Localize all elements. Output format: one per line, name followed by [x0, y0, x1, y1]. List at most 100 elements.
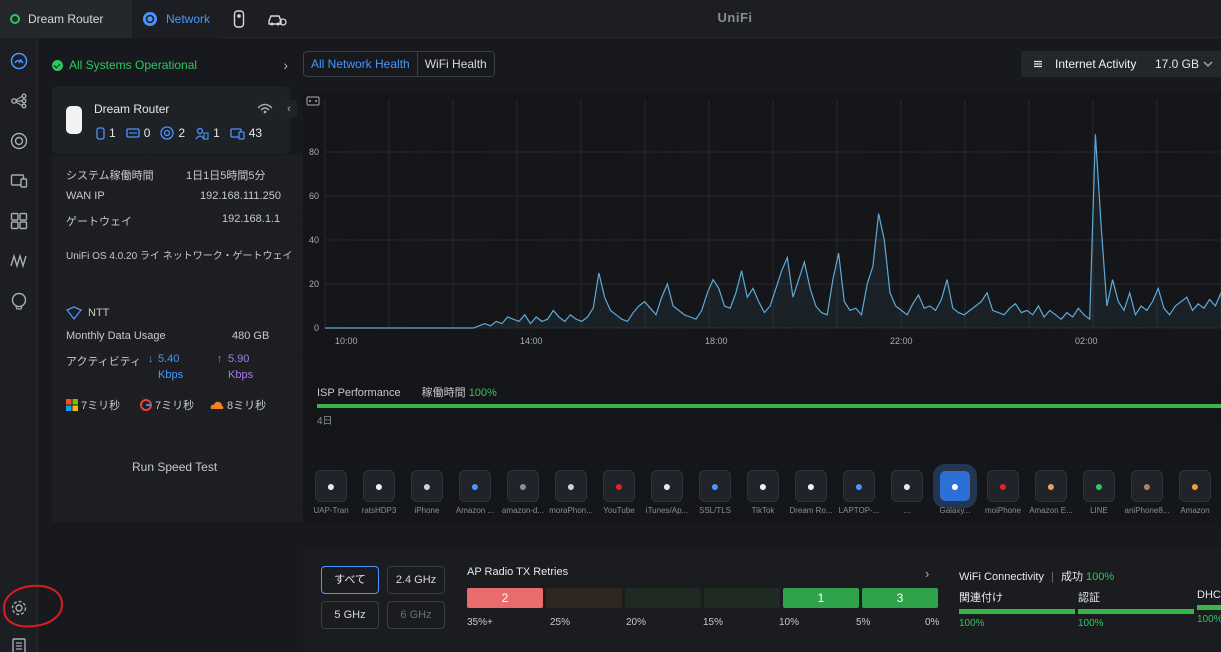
client-item[interactable]: ● Amazon E... — [1029, 470, 1073, 522]
client-label: Galaxy... — [939, 506, 971, 515]
tx-retries-title: AP Radio TX Retries — [467, 566, 569, 578]
latency-google: 7ミリ秒 — [140, 397, 194, 413]
client-item[interactable]: ● TikTok — [745, 470, 781, 522]
uptime-percent: 100% — [468, 387, 497, 399]
clients-icon[interactable] — [9, 171, 29, 191]
run-speed-test-button[interactable]: Run Speed Test — [132, 460, 217, 474]
client-item[interactable]: ● YouTube — [601, 470, 637, 522]
menu-icon — [1034, 60, 1042, 68]
y-tick-label: 40 — [309, 235, 319, 245]
tab-all-network-health[interactable]: All Network Health — [304, 52, 418, 76]
traffic-icon[interactable] — [9, 251, 29, 271]
health-tab-group: All Network Health WiFi Health — [303, 51, 495, 77]
retry-segment: 3 — [862, 588, 938, 608]
client-label: iPhone — [414, 506, 440, 515]
client-item[interactable]: ● UAP-Tran — [313, 470, 349, 522]
client-icon: ● — [459, 470, 491, 502]
client-label: ratsHDP3 — [361, 506, 397, 515]
x-tick-label: 14:00 — [520, 336, 543, 346]
band-6ghz-button[interactable]: 6 GHz — [387, 601, 445, 629]
chevron-down-icon — [1203, 61, 1213, 67]
wifi-authentication: 認証 100% — [1078, 589, 1194, 629]
tab-network-label: Network — [166, 12, 211, 26]
chevron-right-icon[interactable]: › — [925, 566, 929, 581]
isp-row: NTT — [66, 306, 109, 320]
client-icon: ● — [363, 470, 395, 502]
uptime-label-2: 稼働時間 — [421, 387, 466, 399]
stat-wifi-clients: 43 — [230, 126, 262, 140]
isp-timeline-tick: 4日 — [317, 416, 333, 427]
client-item[interactable]: ● aniPhone8... — [1125, 470, 1169, 522]
router-settings-icon[interactable] — [257, 101, 273, 118]
client-icon: ● — [603, 470, 635, 502]
client-label: Dream Ro... — [789, 506, 833, 515]
client-item[interactable]: ● iTunes/Ap... — [646, 470, 688, 522]
client-label: LINE — [1090, 506, 1108, 515]
retry-segment — [704, 588, 780, 608]
brand-title: UniFi — [717, 10, 753, 25]
client-item[interactable]: ●... — [889, 470, 925, 522]
client-icon: ● — [891, 470, 923, 502]
gateway-value: 192.168.1.1 — [222, 213, 281, 225]
client-item[interactable]: ● Dream Ro... — [789, 470, 833, 522]
x-tick-label: 02:00 — [1075, 336, 1098, 346]
internet-activity-dropdown[interactable]: Internet Activity 17.0 GB — [1021, 51, 1221, 77]
system-log-icon[interactable] — [9, 636, 29, 652]
tab-protect[interactable] — [222, 0, 256, 38]
retry-tick-label: 15% — [703, 617, 724, 628]
upload-value: 5.90 — [228, 353, 250, 365]
retry-segment: 2 — [467, 588, 543, 608]
client-icon: ● — [939, 470, 971, 502]
app-root: Dream Router Network UniFi All Systems O… — [0, 0, 1221, 652]
isp-uptime-bar — [317, 404, 1221, 408]
band-5ghz-button[interactable]: 5 GHz — [321, 601, 379, 629]
client-icon: ● — [315, 470, 347, 502]
client-item[interactable]: ● SSL/TLS — [697, 470, 733, 522]
client-item[interactable]: ● moraPhon... — [549, 470, 593, 522]
client-icon: ● — [411, 470, 443, 502]
retry-segment — [625, 588, 701, 608]
devices-icon[interactable] — [9, 131, 29, 151]
insights-icon[interactable] — [9, 211, 29, 231]
topology-icon[interactable] — [9, 91, 29, 111]
microsoft-icon — [66, 399, 78, 411]
x-tick-label: 18:00 — [705, 336, 728, 346]
client-label: YouTube — [603, 506, 635, 515]
top-bar: Dream Router Network UniFi — [0, 0, 1221, 38]
client-item[interactable]: ● moiPhone — [985, 470, 1021, 522]
client-item[interactable]: ● Amazon — [1177, 470, 1213, 522]
system-status[interactable]: All Systems Operational › — [52, 52, 288, 78]
dashboard-icon[interactable] — [9, 51, 29, 71]
network-icon — [143, 12, 157, 26]
tab-dream-router[interactable]: Dream Router — [0, 0, 132, 38]
switch-icon — [126, 128, 140, 138]
gateway-icon — [96, 126, 105, 140]
tab-car-app[interactable] — [258, 0, 296, 38]
client-icon: ● — [795, 470, 827, 502]
client-item[interactable]: ● LAPTOP-... — [839, 470, 879, 522]
isp-name: NTT — [88, 307, 110, 319]
client-item[interactable]: ● iPhone — [409, 470, 445, 522]
tab-network[interactable]: Network — [132, 0, 220, 38]
collapse-panel-button[interactable]: ‹ — [281, 100, 297, 118]
client-item[interactable]: ● Galaxy... — [937, 470, 973, 522]
router-card[interactable]: Dream Router 1 0 2 1 43 — [52, 86, 290, 154]
alerts-icon[interactable] — [9, 291, 29, 311]
client-icon: ● — [843, 470, 875, 502]
wifi-association: 関連付け 100% — [959, 589, 1075, 629]
x-tick-label: 10:00 — [335, 336, 358, 346]
client-item[interactable]: ● LINE — [1081, 470, 1117, 522]
retry-tick-label: 0% — [925, 617, 940, 628]
wan-ip-value: 192.168.111.250 — [200, 190, 281, 202]
client-devices-icon — [230, 127, 245, 140]
client-item[interactable]: ● amazon-d... — [502, 470, 544, 522]
band-all-button[interactable]: すべて — [321, 566, 379, 594]
client-icon: ● — [507, 470, 539, 502]
client-item[interactable]: ● Amazon ... — [456, 470, 494, 522]
speed-label: アクティビティ — [66, 356, 142, 368]
tab-wifi-health[interactable]: WiFi Health — [418, 52, 494, 76]
client-item[interactable]: ● ratsHDP3 — [361, 470, 397, 522]
band-2-4ghz-button[interactable]: 2.4 GHz — [387, 566, 445, 594]
usage-label: Monthly Data Usage — [66, 330, 166, 342]
y-tick-label: 60 — [309, 191, 319, 201]
